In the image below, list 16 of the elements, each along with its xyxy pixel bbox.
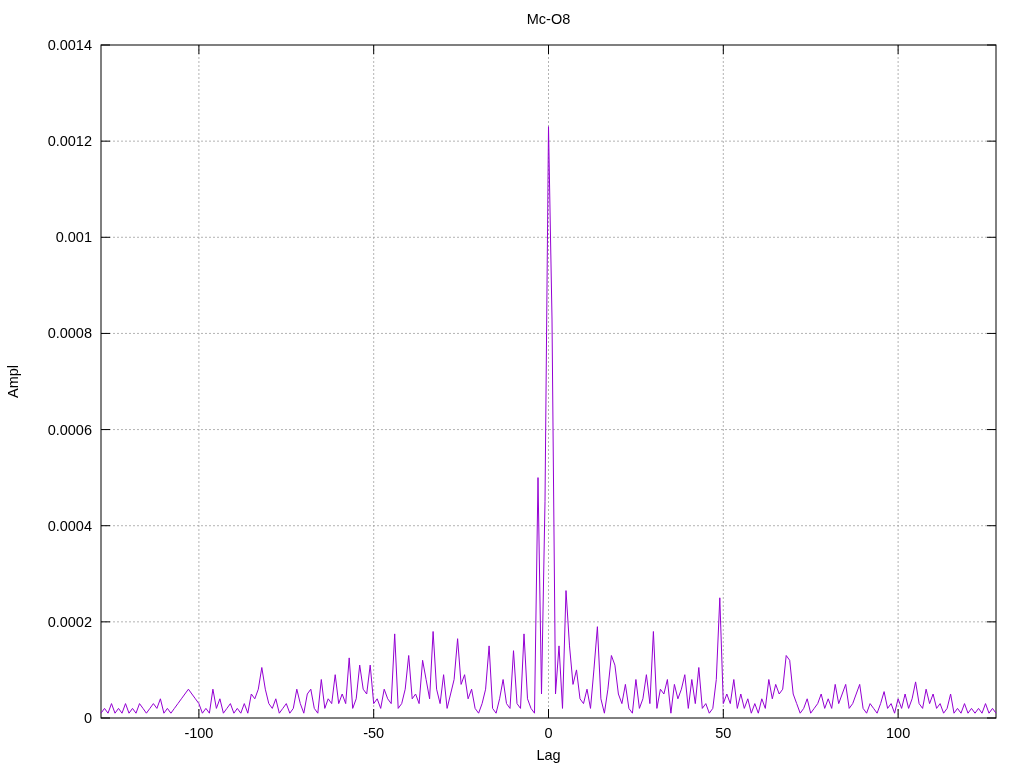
tick-label: -50 bbox=[363, 725, 385, 741]
tick-label: 0.0012 bbox=[47, 133, 92, 150]
axis-label: Lag bbox=[536, 747, 561, 763]
tick-label: 0.0002 bbox=[47, 613, 92, 630]
tick-label: 0.0014 bbox=[47, 37, 92, 53]
tick-label: 0.0008 bbox=[47, 325, 92, 342]
tick-label: 0 bbox=[544, 725, 553, 741]
tick-label: 0.0004 bbox=[47, 517, 92, 534]
tick-label: 0.0006 bbox=[47, 421, 92, 438]
tick-label: 100 bbox=[886, 725, 911, 741]
tick-label: 0 bbox=[83, 710, 92, 726]
chart-title: Mc-O8 bbox=[526, 11, 571, 27]
tick-label: -100 bbox=[184, 725, 214, 741]
axis-label: Ampl bbox=[5, 365, 21, 398]
tick-label: 0.001 bbox=[55, 229, 92, 246]
tick-label: 50 bbox=[715, 725, 732, 741]
